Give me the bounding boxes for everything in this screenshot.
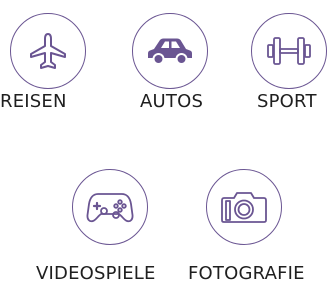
category-circle[interactable] [10,13,86,89]
category-label: FOTOGRAFIE [188,263,305,284]
category-circle[interactable] [251,13,327,89]
category-label: REISEN [0,91,67,112]
category-circle[interactable] [132,13,208,89]
dumbbell-icon [267,37,311,65]
category-circle[interactable] [72,169,148,245]
airplane-icon [30,33,66,69]
category-label: AUTOS [140,91,204,112]
gamepad-icon [86,193,134,223]
car-icon [148,38,192,65]
category-label: VIDEOSPIELE [36,263,156,284]
category-picker: REISEN AUTOS SPORT VIDEOSPIELE FOTOGRAFI… [0,0,328,287]
camera-icon [221,192,267,223]
category-circle[interactable] [206,169,282,245]
category-label: SPORT [257,91,317,112]
